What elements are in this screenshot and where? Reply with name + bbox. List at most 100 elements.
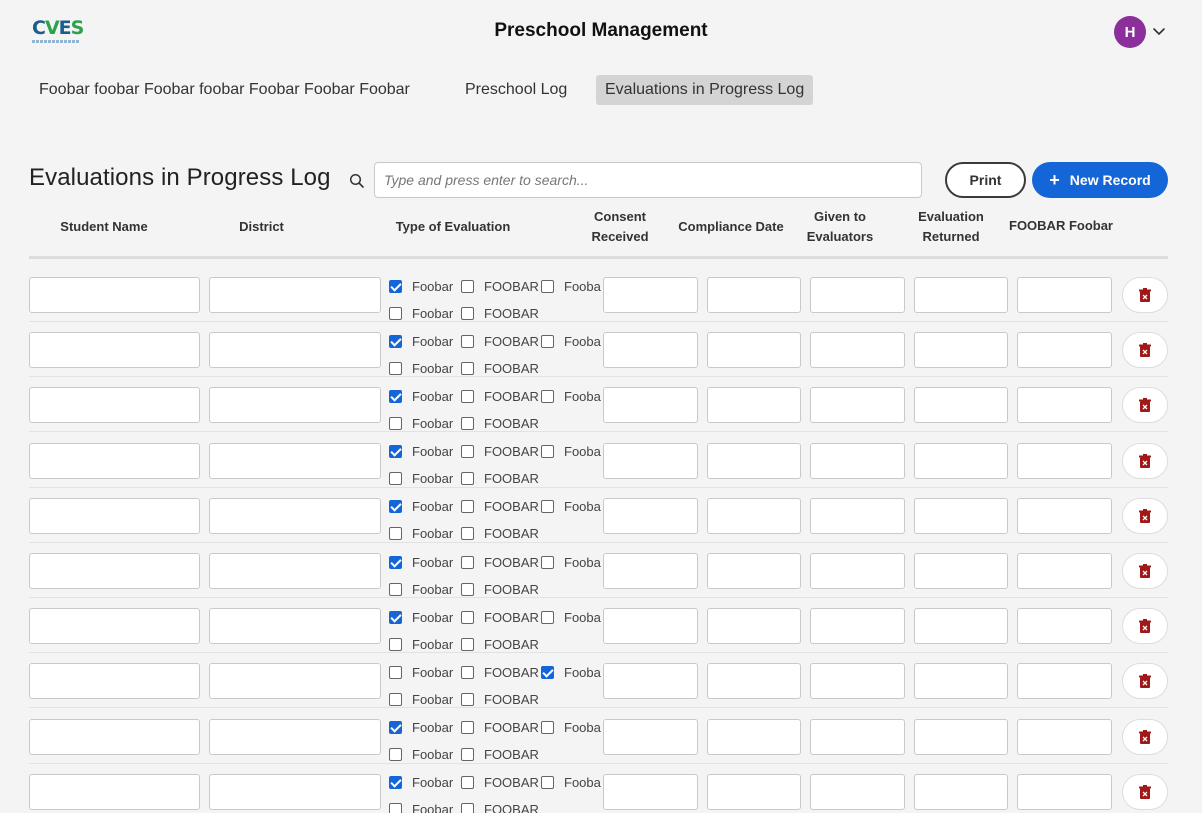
consent-received-field[interactable] xyxy=(603,773,698,810)
evaluation-type-option[interactable]: FOOBAR xyxy=(461,414,539,432)
delete-record-button[interactable] xyxy=(1122,553,1168,589)
checkbox[interactable] xyxy=(389,582,402,596)
checkbox[interactable] xyxy=(389,334,402,348)
evaluation-type-option[interactable]: Foobar xyxy=(541,553,601,571)
student-name-field[interactable] xyxy=(29,718,200,755)
student-name-field[interactable] xyxy=(29,442,200,479)
search-input[interactable] xyxy=(374,162,922,198)
checkbox[interactable] xyxy=(461,389,474,403)
checkbox[interactable] xyxy=(461,306,474,320)
evaluation-type-option[interactable]: Foobar xyxy=(541,663,601,681)
consent-received-field[interactable] xyxy=(603,718,698,755)
student-name-field[interactable] xyxy=(29,608,200,645)
evaluation-type-option[interactable]: FOOBAR xyxy=(461,387,539,405)
checkbox[interactable] xyxy=(541,445,554,459)
checkbox[interactable] xyxy=(389,692,402,706)
checkbox[interactable] xyxy=(389,361,402,375)
evaluation-type-option[interactable]: Foobar xyxy=(541,387,601,405)
evaluation-type-option[interactable]: FOOBAR xyxy=(461,690,539,708)
checkbox[interactable] xyxy=(461,416,474,430)
evaluation-type-option[interactable]: Foobar xyxy=(541,277,601,295)
chevron-down-icon[interactable] xyxy=(1150,22,1168,40)
district-field[interactable] xyxy=(209,332,381,369)
evaluation-type-option[interactable]: FOOBAR xyxy=(461,525,539,543)
evaluation-type-option[interactable]: FOOBAR xyxy=(461,719,539,737)
checkbox[interactable] xyxy=(461,803,474,813)
evaluation-type-option[interactable]: Foobar xyxy=(389,774,453,792)
checkbox[interactable] xyxy=(461,776,474,790)
given-to-evaluators-field[interactable] xyxy=(810,497,905,534)
compliance-date-field[interactable] xyxy=(707,553,801,589)
evaluation-type-option[interactable]: Foobar xyxy=(389,663,453,681)
evaluation-returned-field[interactable] xyxy=(914,553,1008,589)
foobar-foobar-field[interactable] xyxy=(1017,663,1112,700)
evaluation-type-option[interactable]: Foobar xyxy=(541,719,601,737)
evaluation-type-option[interactable]: FOOBAR xyxy=(461,580,539,598)
evaluation-type-option[interactable]: Foobar xyxy=(389,443,453,461)
evaluation-type-option[interactable]: Foobar xyxy=(389,635,453,653)
checkbox[interactable] xyxy=(389,416,402,430)
foobar-foobar-field[interactable] xyxy=(1017,553,1112,589)
evaluation-returned-field[interactable] xyxy=(914,497,1008,534)
compliance-date-field[interactable] xyxy=(707,497,801,534)
checkbox[interactable] xyxy=(461,527,474,541)
evaluation-type-option[interactable]: Foobar xyxy=(541,443,601,461)
evaluation-type-option[interactable]: FOOBAR xyxy=(461,470,539,488)
foobar-foobar-field[interactable] xyxy=(1017,773,1112,810)
checkbox[interactable] xyxy=(541,776,554,790)
given-to-evaluators-field[interactable] xyxy=(810,332,905,369)
consent-received-field[interactable] xyxy=(603,277,698,313)
print-button[interactable]: Print xyxy=(945,162,1026,198)
checkbox[interactable] xyxy=(389,555,402,569)
consent-received-field[interactable] xyxy=(603,332,698,369)
evaluation-type-option[interactable]: FOOBAR xyxy=(461,774,539,792)
foobar-foobar-field[interactable] xyxy=(1017,718,1112,755)
district-field[interactable] xyxy=(209,277,381,313)
tab-evaluations-in-progress-log[interactable]: Evaluations in Progress Log xyxy=(596,75,814,105)
student-name-field[interactable] xyxy=(29,663,200,700)
evaluation-type-option[interactable]: Foobar xyxy=(389,359,453,377)
evaluation-type-option[interactable]: Foobar xyxy=(389,690,453,708)
student-name-field[interactable] xyxy=(29,332,200,369)
evaluation-type-option[interactable]: Foobar xyxy=(389,746,453,764)
checkbox[interactable] xyxy=(389,500,402,514)
evaluation-type-option[interactable]: FOOBAR xyxy=(461,359,539,377)
checkbox[interactable] xyxy=(541,334,554,348)
given-to-evaluators-field[interactable] xyxy=(810,442,905,479)
evaluation-returned-field[interactable] xyxy=(914,718,1008,755)
evaluation-type-option[interactable]: Foobar xyxy=(541,498,601,516)
tab-foobar[interactable]: Foobar foobar Foobar foobar Foobar Fooba… xyxy=(30,75,419,105)
checkbox[interactable] xyxy=(389,721,402,735)
checkbox[interactable] xyxy=(461,637,474,651)
foobar-foobar-field[interactable] xyxy=(1017,387,1112,424)
evaluation-type-option[interactable]: Foobar xyxy=(389,608,453,626)
tab-preschool-log[interactable]: Preschool Log xyxy=(456,75,576,105)
checkbox[interactable] xyxy=(541,721,554,735)
evaluation-returned-field[interactable] xyxy=(914,277,1008,313)
compliance-date-field[interactable] xyxy=(707,663,801,700)
evaluation-returned-field[interactable] xyxy=(914,663,1008,700)
foobar-foobar-field[interactable] xyxy=(1017,497,1112,534)
delete-record-button[interactable] xyxy=(1122,773,1168,810)
compliance-date-field[interactable] xyxy=(707,332,801,369)
checkbox[interactable] xyxy=(389,637,402,651)
checkbox[interactable] xyxy=(389,748,402,762)
given-to-evaluators-field[interactable] xyxy=(810,663,905,700)
delete-record-button[interactable] xyxy=(1122,608,1168,645)
district-field[interactable] xyxy=(209,663,381,700)
checkbox[interactable] xyxy=(461,721,474,735)
evaluation-type-option[interactable]: Foobar xyxy=(389,414,453,432)
checkbox[interactable] xyxy=(541,555,554,569)
evaluation-type-option[interactable]: Foobar xyxy=(389,553,453,571)
evaluation-type-option[interactable]: Foobar xyxy=(541,774,601,792)
evaluation-type-option[interactable]: Foobar xyxy=(389,470,453,488)
checkbox[interactable] xyxy=(389,610,402,624)
compliance-date-field[interactable] xyxy=(707,608,801,645)
evaluation-type-option[interactable]: Foobar xyxy=(541,332,601,350)
evaluation-returned-field[interactable] xyxy=(914,332,1008,369)
checkbox[interactable] xyxy=(541,500,554,514)
evaluation-type-option[interactable]: Foobar xyxy=(389,387,453,405)
given-to-evaluators-field[interactable] xyxy=(810,718,905,755)
consent-received-field[interactable] xyxy=(603,553,698,589)
avatar[interactable]: H xyxy=(1114,16,1146,48)
